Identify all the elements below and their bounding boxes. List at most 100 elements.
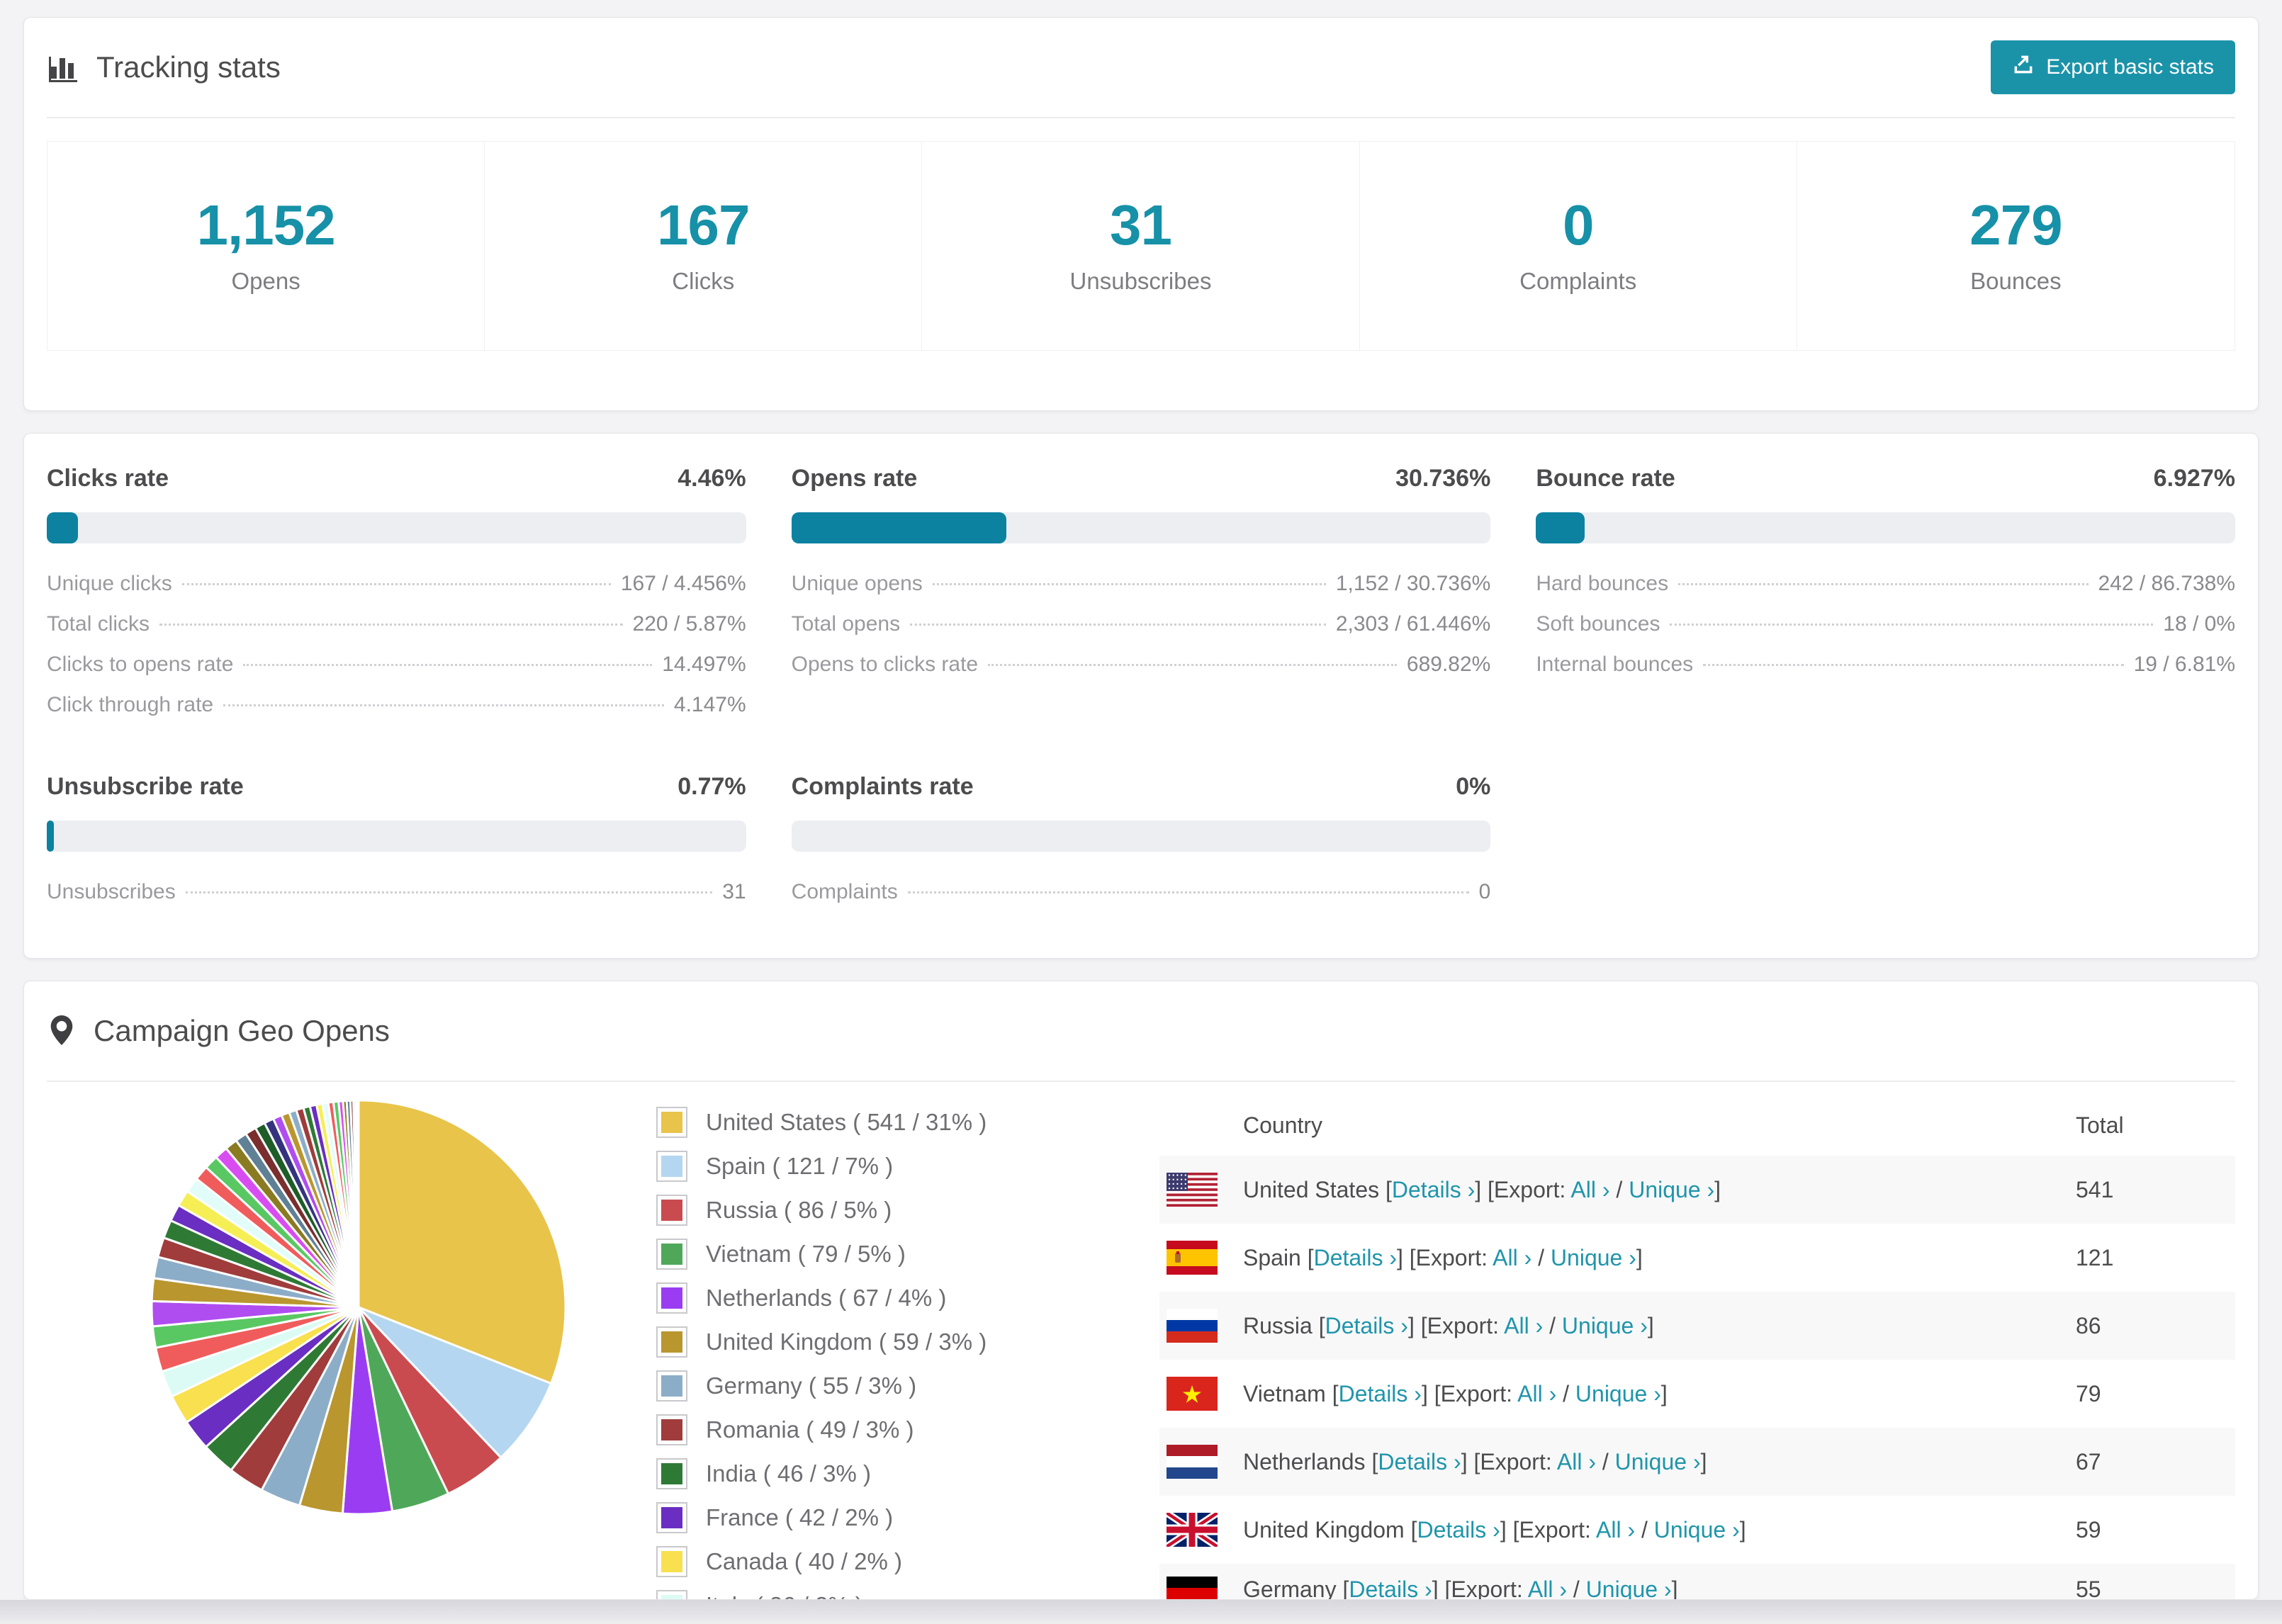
table-row-united-states: United States [Details ›] [Export: All ›…	[1159, 1156, 2235, 1224]
dotted-leader	[1678, 583, 2089, 585]
tracking-stats-card: Tracking stats Export basic stats 1,152 O…	[23, 17, 2259, 411]
detail-value: 0	[1478, 880, 1491, 903]
export-basic-stats-button[interactable]: Export basic stats	[1991, 40, 2235, 94]
rate-detail-row: Opens to clicks rate 689.82%	[792, 653, 1491, 693]
export-unique-link[interactable]: Unique ›	[1615, 1449, 1701, 1474]
stat-value: 1,152	[196, 193, 335, 256]
export-all-link[interactable]: All ›	[1596, 1517, 1635, 1543]
country-name: Russia	[1243, 1312, 1319, 1338]
tracking-stats-header: Tracking stats Export basic stats	[47, 18, 2235, 118]
details-link[interactable]: Details ›	[1392, 1177, 1475, 1202]
detail-label: Unsubscribes	[47, 880, 176, 903]
country-column-header: Country	[1243, 1112, 1323, 1138]
detail-label: Total clicks	[47, 612, 150, 636]
legend-swatch	[656, 1326, 687, 1358]
country-name: Germany	[1243, 1577, 1343, 1600]
table-row-vietnam: Vietnam [Details ›] [Export: All › / Uni…	[1159, 1360, 2235, 1428]
detail-label: Soft bounces	[1536, 612, 1660, 636]
country-cell: United Kingdom [Details ›] [Export: All …	[1243, 1516, 1746, 1543]
detail-label: Clicks to opens rate	[47, 653, 234, 676]
details-link[interactable]: Details ›	[1378, 1449, 1461, 1474]
dotted-leader	[223, 704, 664, 706]
detail-label: Total opens	[791, 612, 901, 636]
stat-value: 167	[657, 193, 750, 256]
de-flag-icon	[1167, 1577, 1218, 1599]
export-unique-link[interactable]: Unique ›	[1586, 1577, 1672, 1599]
export-unique-link[interactable]: Unique ›	[1562, 1313, 1648, 1338]
legend-swatch	[656, 1151, 687, 1182]
rate-detail-row: Click through rate 4.147%	[47, 693, 746, 733]
detail-value: 1,152 / 30.736%	[1335, 572, 1491, 595]
export-all-link[interactable]: All ›	[1493, 1245, 1531, 1270]
export-all-link[interactable]: All ›	[1557, 1449, 1596, 1474]
dotted-leader	[159, 624, 623, 626]
rates-card: Clicks rate 4.46% Unique clicks 167 / 4.456…	[23, 433, 2259, 959]
country-cell: Vietnam [Details ›] [Export: All › / Uni…	[1243, 1380, 1668, 1406]
legend-swatch	[656, 1590, 687, 1599]
table-row-united-kingdom: United Kingdom [Details ›] [Export: All …	[1159, 1496, 2235, 1564]
details-link[interactable]: Details ›	[1417, 1517, 1500, 1543]
legend-label: Germany ( 55 / 3% )	[706, 1372, 917, 1399]
stat-box-unsubscribes: 31 Unsubscribes	[922, 142, 1360, 350]
legend-label: Spain ( 121 / 7% )	[706, 1153, 894, 1179]
rate-progress-bar	[47, 512, 746, 543]
stat-box-opens: 1,152 Opens	[47, 142, 485, 350]
legend-swatch	[656, 1195, 687, 1226]
export-all-link[interactable]: All ›	[1517, 1381, 1556, 1406]
stat-value: 0	[1562, 193, 1595, 256]
detail-value: 689.82%	[1406, 653, 1491, 676]
country-cell: Germany [Details ›] [Export: All › / Uni…	[1243, 1577, 2076, 1600]
detail-label: Unique clicks	[47, 572, 172, 595]
detail-label: Hard bounces	[1536, 572, 1669, 595]
country-cell: Spain [Details ›] [Export: All › / Uniqu…	[1243, 1244, 1643, 1270]
details-link[interactable]: Details ›	[1339, 1381, 1422, 1406]
legend-swatch	[656, 1370, 687, 1402]
export-unique-link[interactable]: Unique ›	[1654, 1517, 1740, 1543]
country-name: United Kingdom	[1243, 1516, 1411, 1543]
pie-slice-other-34[interactable]	[356, 1099, 360, 1309]
rate-title: Unsubscribe rate	[47, 773, 244, 800]
details-link[interactable]: Details ›	[1349, 1577, 1432, 1599]
rate-value: 6.927%	[2153, 465, 2235, 492]
country-name: Netherlands	[1243, 1448, 1372, 1474]
tracking-stats-title: Tracking stats	[47, 50, 281, 84]
details-link[interactable]: Details ›	[1314, 1245, 1397, 1270]
rate-detail-row: Complaints 0	[792, 880, 1491, 920]
stat-box-complaints: 0 Complaints	[1360, 142, 1797, 350]
legend-label: United States ( 541 / 31% )	[706, 1109, 987, 1135]
legend-swatch	[656, 1239, 687, 1270]
export-unique-link[interactable]: Unique ›	[1629, 1177, 1714, 1202]
tracking-stats-title-text: Tracking stats	[96, 50, 281, 84]
export-all-link[interactable]: All ›	[1528, 1577, 1567, 1599]
dotted-leader	[910, 624, 1326, 626]
geo-opens-title-text: Campaign Geo Opens	[94, 1014, 390, 1047]
detail-label: Unique opens	[791, 572, 923, 595]
detail-value: 14.497%	[662, 653, 746, 676]
legend-item-india: India ( 46 / 3% )	[656, 1452, 1081, 1496]
stat-value: 279	[1969, 193, 2062, 256]
stat-box-bounces: 279 Bounces	[1797, 142, 2235, 350]
legend-item-netherlands: Netherlands ( 67 / 4% )	[656, 1276, 1081, 1320]
legend-label: Russia ( 86 / 5% )	[706, 1197, 892, 1223]
rate-title: Bounce rate	[1536, 465, 1675, 492]
map-pin-icon	[47, 1013, 77, 1049]
total-cell: 67	[2076, 1448, 2101, 1474]
rate-value: 0.77%	[678, 773, 746, 800]
total-cell: 79	[2076, 1380, 2101, 1406]
geo-opens-title: Campaign Geo Opens	[47, 1013, 390, 1049]
country-cell: Netherlands [Details ›] [Export: All › /…	[1243, 1448, 1707, 1474]
detail-value: 167 / 4.456%	[620, 572, 746, 595]
export-unique-link[interactable]: Unique ›	[1551, 1245, 1636, 1270]
export-all-link[interactable]: All ›	[1570, 1177, 1609, 1202]
rate-title: Clicks rate	[47, 465, 169, 492]
dotted-leader	[243, 664, 653, 666]
legend-label: Vietnam ( 79 / 5% )	[706, 1241, 906, 1267]
rate-detail-row: Soft bounces 18 / 0%	[1536, 612, 2235, 653]
legend-swatch	[656, 1282, 687, 1314]
export-unique-link[interactable]: Unique ›	[1575, 1381, 1661, 1406]
details-link[interactable]: Details ›	[1325, 1313, 1408, 1338]
export-all-link[interactable]: All ›	[1504, 1313, 1543, 1338]
total-cell: 121	[2076, 1244, 2114, 1270]
es-flag-icon	[1167, 1241, 1218, 1275]
geo-country-table: Country Total United States [Details ›] …	[1159, 1095, 2235, 1600]
